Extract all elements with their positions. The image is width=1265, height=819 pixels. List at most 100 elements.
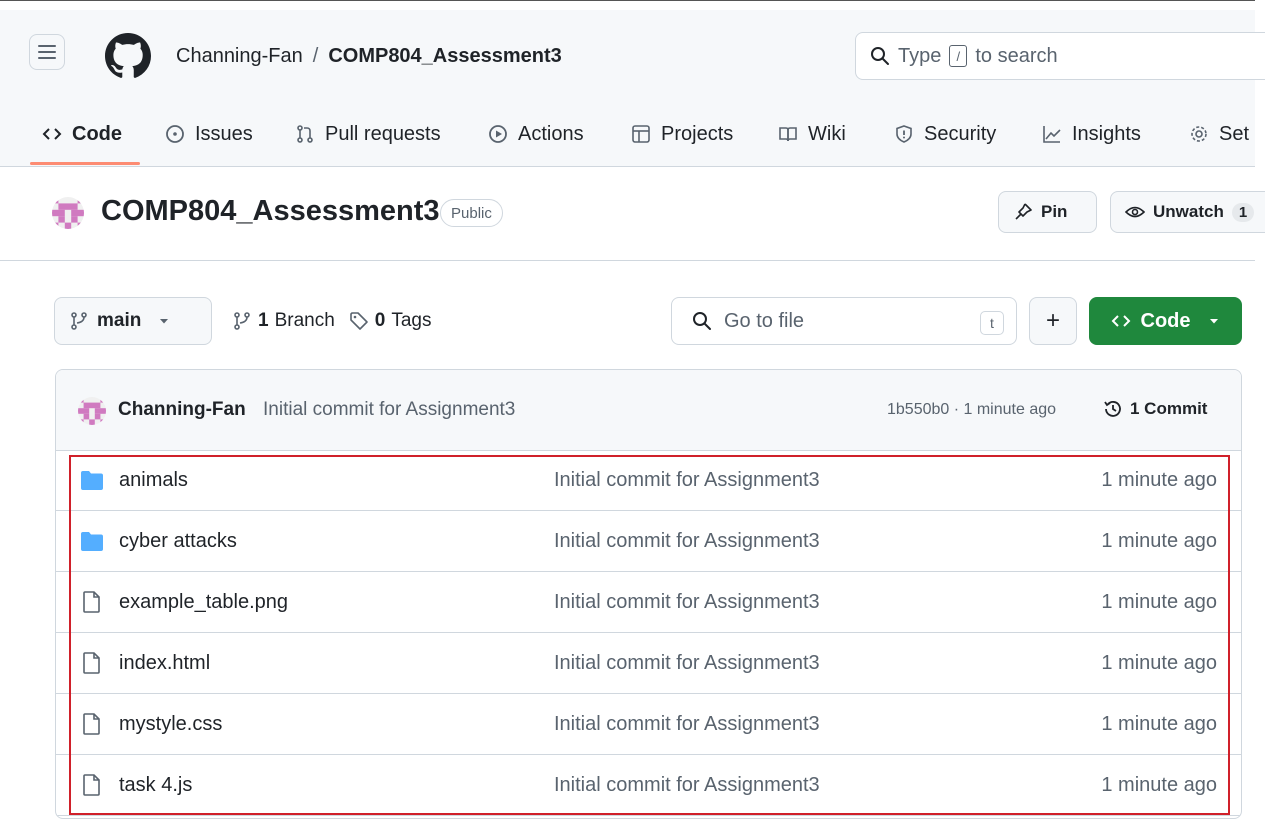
branch-select-button[interactable]: main <box>54 297 212 345</box>
repo-title[interactable]: COMP804_Assessment3 <box>101 195 440 228</box>
unwatch-label: Unwatch <box>1153 202 1224 221</box>
tab-settings-label: Set <box>1219 122 1250 145</box>
book-icon <box>779 127 797 142</box>
play-icon <box>489 125 507 143</box>
tab-actions-label: Actions <box>518 122 584 145</box>
file-commit-message[interactable]: Initial commit for Assignment3 <box>554 713 820 736</box>
file-name-link[interactable]: mystyle.css <box>119 713 222 736</box>
file-icon <box>83 652 100 674</box>
file-commit-message[interactable]: Initial commit for Assignment3 <box>554 469 820 492</box>
tab-actions[interactable]: Actions <box>488 105 584 163</box>
repo-nav-tabs: Code Issues Pull requests Actions Projec… <box>0 105 1255 167</box>
tab-security[interactable]: Security <box>894 105 996 163</box>
file-commit-time: 1 minute ago <box>1101 591 1217 613</box>
branch-icon <box>234 312 250 330</box>
latest-commit-bar: Channing-Fan Initial commit for Assignme… <box>56 370 1241 451</box>
file-row[interactable]: example_table.png Initial commit for Assi… <box>56 572 1241 633</box>
tab-wiki-label: Wiki <box>808 122 846 145</box>
commit-history-link[interactable]: 1 Commit <box>1102 398 1207 420</box>
active-tab-underline <box>30 162 140 165</box>
branches-link[interactable]: 1 Branch <box>232 310 335 332</box>
file-commit-time: 1 minute ago <box>1101 530 1217 552</box>
file-icon <box>83 713 100 735</box>
file-commit-message[interactable]: Initial commit for Assignment3 <box>554 530 820 553</box>
branch-label: Branch <box>274 310 335 331</box>
tags-link[interactable]: 0 Tags <box>349 310 432 332</box>
breadcrumb: Channing-Fan / COMP804_Assessment3 <box>176 45 562 68</box>
pin-button[interactable]: Pin <box>998 191 1097 233</box>
code-button-label: Code <box>1140 309 1191 332</box>
tab-wiki[interactable]: Wiki <box>778 105 846 163</box>
identicon-image <box>78 397 106 425</box>
repo-title-row: COMP804_Assessment3 Public Pin Unwatch 1 <box>0 166 1265 261</box>
file-name-link[interactable]: task 4.js <box>119 774 192 797</box>
watch-count: 1 <box>1231 202 1255 222</box>
tab-code-label: Code <box>72 122 122 145</box>
code-download-button[interactable]: Code <box>1089 297 1242 345</box>
search-icon <box>871 47 889 65</box>
file-name-link[interactable]: index.html <box>119 652 210 675</box>
graph-icon <box>1043 126 1061 143</box>
file-commit-message[interactable]: Initial commit for Assignment3 <box>554 774 820 797</box>
pin-label: Pin <box>1041 202 1068 221</box>
file-row[interactable]: index.html Initial commit for Assignment3… <box>56 633 1241 694</box>
search-icon <box>693 312 711 330</box>
commit-count-label: 1 Commit <box>1130 399 1208 418</box>
branch-name: main <box>97 310 142 331</box>
chevron-down-icon <box>160 319 169 324</box>
eye-icon <box>1125 206 1145 218</box>
tab-projects[interactable]: Projects <box>631 105 733 163</box>
folder-icon <box>81 532 103 551</box>
commit-author-avatar[interactable] <box>78 397 106 425</box>
code-icon <box>42 128 62 140</box>
file-list: animals Initial commit for Assignment3 1 m… <box>56 450 1241 816</box>
github-logo-icon[interactable] <box>105 33 151 79</box>
table-icon <box>632 125 650 143</box>
tab-settings[interactable]: Set <box>1189 105 1249 163</box>
owner-link[interactable]: Channing-Fan <box>176 45 303 68</box>
commit-author-link[interactable]: Channing-Fan <box>118 399 246 421</box>
file-row[interactable]: cyber attacks Initial commit for Assignme… <box>56 511 1241 572</box>
tag-label: Tags <box>391 310 432 331</box>
branch-count: 1 <box>258 310 269 331</box>
folder-icon <box>81 471 103 490</box>
visibility-badge: Public <box>440 199 503 227</box>
go-to-file-input[interactable]: Go to file t <box>671 297 1017 345</box>
file-commit-time: 1 minute ago <box>1101 774 1217 796</box>
breadcrumb-separator: / <box>312 45 319 67</box>
gear-icon <box>1191 126 1207 142</box>
file-table: Channing-Fan Initial commit for Assignme… <box>55 369 1242 819</box>
file-icon <box>83 591 100 613</box>
file-name-link[interactable]: example_table.png <box>119 591 288 614</box>
pull-request-icon <box>297 125 313 143</box>
branches-tags-info: 1 Branch 0 Tags <box>232 310 432 332</box>
file-commit-time: 1 minute ago <box>1101 469 1217 491</box>
file-commit-message[interactable]: Initial commit for Assignment3 <box>554 591 820 614</box>
file-commit-message[interactable]: Initial commit for Assignment3 <box>554 652 820 675</box>
tab-insights[interactable]: Insights <box>1042 105 1141 163</box>
tab-pull-requests[interactable]: Pull requests <box>295 105 441 163</box>
tab-issues-label: Issues <box>195 122 253 145</box>
menu-button[interactable] <box>29 34 65 70</box>
repo-link[interactable]: COMP804_Assessment3 <box>328 45 561 68</box>
add-file-button[interactable]: + <box>1029 297 1077 345</box>
identicon-image <box>52 197 84 229</box>
file-name-link[interactable]: animals <box>119 469 188 492</box>
commit-message-link[interactable]: Initial commit for Assignment3 <box>263 399 515 421</box>
commit-hash-time[interactable]: 1b550b0 · 1 minute ago <box>887 401 1056 419</box>
go-to-file-placeholder: Go to file <box>724 309 805 332</box>
file-row[interactable]: animals Initial commit for Assignment3 1 m… <box>56 450 1241 511</box>
file-name-link[interactable]: cyber attacks <box>119 530 237 553</box>
code-icon <box>1111 315 1130 327</box>
file-row[interactable]: mystyle.css Initial commit for Assignment… <box>56 694 1241 755</box>
unwatch-button[interactable]: Unwatch 1 <box>1110 191 1265 233</box>
tag-count: 0 <box>374 310 386 331</box>
tab-code[interactable]: Code <box>42 105 122 163</box>
global-search-input[interactable]: Type / to search <box>855 32 1265 80</box>
tab-issues[interactable]: Issues <box>165 105 253 163</box>
file-commit-time: 1 minute ago <box>1101 713 1217 735</box>
owner-avatar[interactable] <box>52 197 84 229</box>
shield-icon <box>896 125 912 143</box>
chevron-down-icon <box>1209 319 1218 324</box>
file-icon <box>83 774 100 796</box>
